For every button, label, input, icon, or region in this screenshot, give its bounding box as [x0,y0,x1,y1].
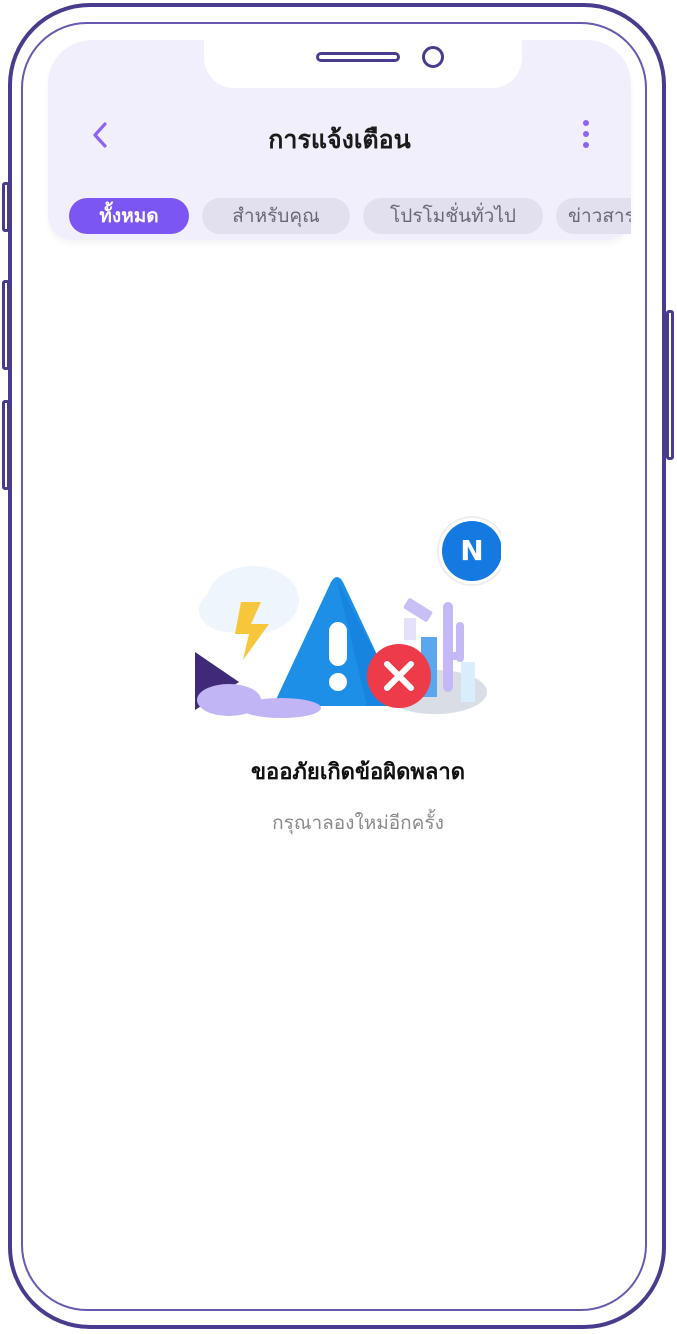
page-title: การแจ้งเตือน [268,125,411,154]
tab-for-you[interactable]: สำหรับคุณ [202,198,350,234]
badge-letter: N [460,534,484,567]
error-title: ขออภัยเกิดข้อผิดพลาด [250,760,466,785]
notch [204,40,522,88]
screen: การแจ้งเตือน ทั้งหมด สำหรับคุณ โปรโมชั่น… [21,22,647,1311]
error-illustration: N [191,492,507,722]
tab-general-promotions[interactable]: โปรโมชั่นทั่วไป [363,198,543,234]
category-tabs: ทั้งหมด สำหรับคุณ โปรโมชั่นทั่วไป ข่าวสา… [48,196,631,236]
speaker [316,52,400,62]
tab-news[interactable]: ข่าวสาร [556,198,631,234]
camera [422,46,444,68]
more-options-button[interactable] [576,116,596,154]
warning-scene-illustration [195,511,507,718]
app-header: การแจ้งเตือน ทั้งหมด สำหรับคุณ โปรโมชั่น… [48,40,631,240]
tab-all[interactable]: ทั้งหมด [69,198,189,234]
phone-frame: การแจ้งเตือน ทั้งหมด สำหรับคุณ โปรโมชั่น… [0,0,677,1334]
more-vertical-icon [583,120,589,126]
error-subtitle: กรุณาลองใหม่อีกครั้ง [272,812,444,834]
power-button [666,310,674,460]
